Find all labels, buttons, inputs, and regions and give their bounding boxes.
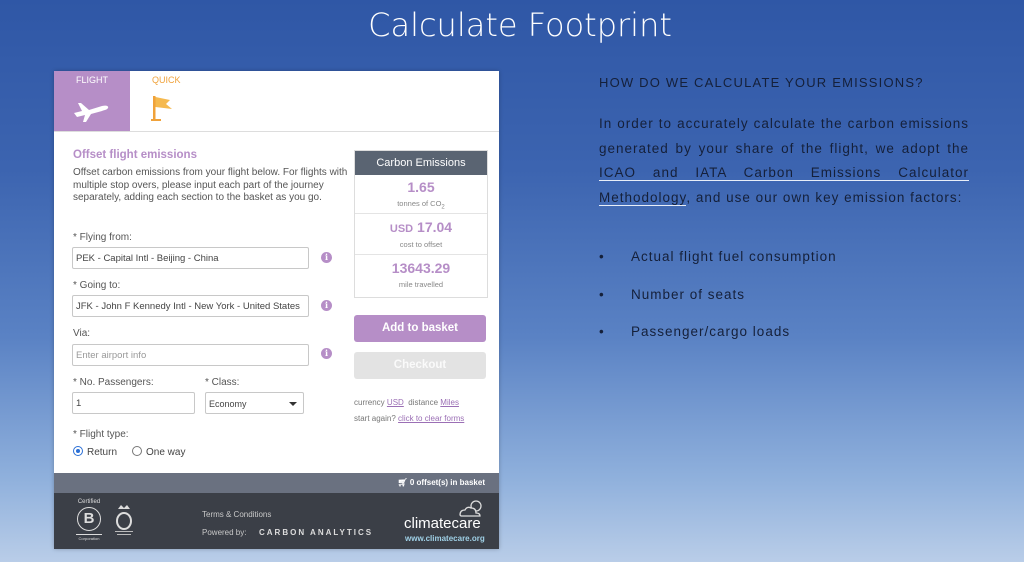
checkout-button[interactable]: Checkout xyxy=(354,352,486,379)
queens-award-icon xyxy=(112,503,136,542)
climatecare-url[interactable]: www.climatecare.org xyxy=(405,534,485,543)
tab-flight-label: FLIGHT xyxy=(76,75,109,85)
class-select[interactable]: Economy xyxy=(205,392,304,414)
carbon-analytics-logo: CARBON ANALYTICS xyxy=(259,528,374,537)
via-input[interactable]: Enter airport info xyxy=(72,344,309,366)
flag-icon xyxy=(148,93,178,128)
return-radio[interactable] xyxy=(73,446,83,456)
basket-status: 🛒︎ 0 offset(s) in basket xyxy=(397,478,485,487)
chevron-down-icon xyxy=(289,402,297,406)
going-to-input[interactable]: JFK - John F Kennedy Intl - New York - U… xyxy=(72,295,309,317)
reset-options: start again? click to clear forms xyxy=(354,414,465,423)
info-icon[interactable]: i xyxy=(321,252,332,263)
one-way-radio-label: One way xyxy=(146,447,186,458)
flight-type-label: * Flight type: xyxy=(73,429,129,440)
basket-bar[interactable]: 🛒︎ 0 offset(s) in basket xyxy=(54,473,499,493)
info-paragraph: In order to accurately calculate the car… xyxy=(599,116,969,206)
page-title: Calculate Footprint xyxy=(368,6,672,44)
class-label: * Class: xyxy=(205,377,240,388)
via-label: Via: xyxy=(73,328,91,339)
divider xyxy=(355,254,487,255)
clear-forms-link[interactable]: click to clear forms xyxy=(398,414,464,423)
cost-unit: cost to offset xyxy=(399,240,443,249)
climatecare-logo: climatecare xyxy=(404,515,481,532)
calculator-widget: FLIGHT QUICK Offset flight emissions Off… xyxy=(54,71,499,549)
widget-footer: Certified B Corporation Terms & Conditio… xyxy=(54,493,499,549)
cost-value: USD 17.04 xyxy=(389,219,453,235)
tab-quick-label: QUICK xyxy=(152,75,181,85)
currency-link[interactable]: USD xyxy=(387,398,404,407)
passengers-label: * No. Passengers: xyxy=(73,377,154,388)
passengers-input[interactable]: 1 xyxy=(72,392,195,414)
powered-by-label: Powered by: xyxy=(202,528,247,537)
info-icon[interactable]: i xyxy=(321,300,332,311)
flying-from-label: * Flying from: xyxy=(73,232,132,243)
miles-unit: mile travelled xyxy=(398,280,444,289)
divider xyxy=(355,213,487,214)
add-to-basket-button[interactable]: Add to basket xyxy=(354,315,486,342)
form-intro: Offset carbon emissions from your flight… xyxy=(73,167,348,203)
going-to-label: * Going to: xyxy=(73,280,121,291)
carbon-emissions-panel: Carbon Emissions 1.65 tonnes of CO2 USD … xyxy=(354,150,488,298)
tab-flight[interactable]: FLIGHT xyxy=(54,71,130,131)
return-radio-label: Return xyxy=(87,447,118,458)
flying-from-input[interactable]: PEK - Capital Intl - Beijing - China xyxy=(72,247,309,269)
class-select-value: Economy xyxy=(209,399,247,409)
cart-icon: 🛒︎ xyxy=(397,478,408,487)
info-icon[interactable]: i xyxy=(321,348,332,359)
terms-link[interactable]: Terms & Conditions xyxy=(202,510,271,519)
one-way-radio[interactable] xyxy=(132,446,142,456)
tab-quick[interactable]: QUICK xyxy=(130,71,206,131)
distance-link[interactable]: Miles xyxy=(440,398,459,407)
info-heading: HOW DO WE CALCULATE YOUR EMISSIONS? xyxy=(599,75,924,90)
tonnes-value: 1.65 xyxy=(407,179,435,195)
tab-bar: FLIGHT QUICK xyxy=(54,71,499,132)
unit-options: currency USD distance Miles xyxy=(354,398,459,407)
miles-value: 13643.29 xyxy=(391,260,451,276)
form-title: Offset flight emissions xyxy=(73,149,197,161)
bcorp-logo: Certified B Corporation xyxy=(76,499,102,541)
carbon-emissions-header: Carbon Emissions xyxy=(355,151,487,175)
airplane-icon xyxy=(72,93,112,128)
tonnes-unit: tonnes of CO2 xyxy=(397,199,445,211)
